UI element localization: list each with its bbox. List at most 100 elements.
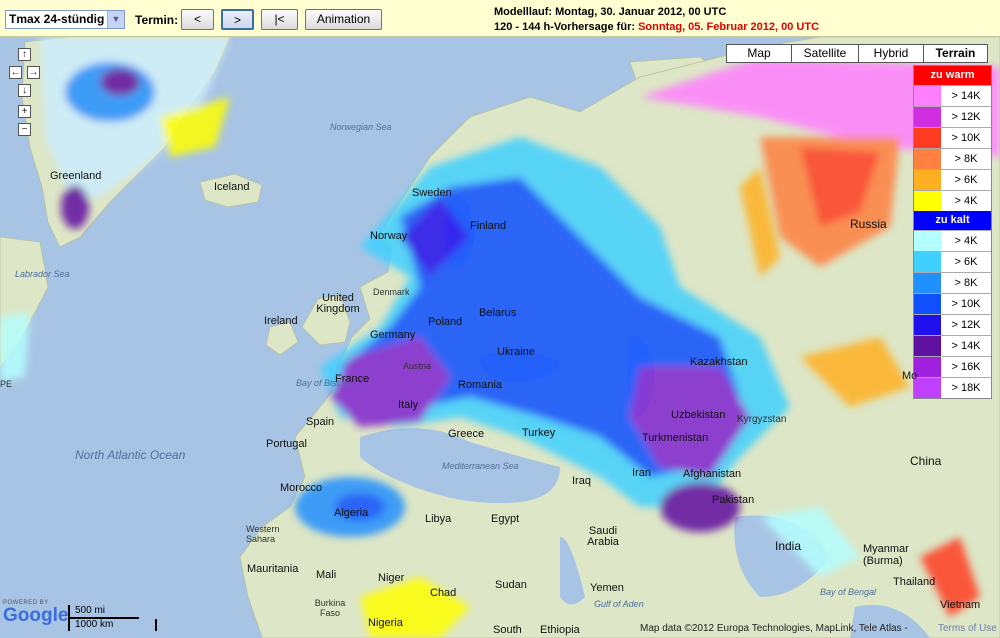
product-select[interactable]: Tmax 24-stündig ▼: [5, 10, 125, 29]
model-info: Modelllauf: Montag, 30. Januar 2012, 00 …: [494, 5, 819, 35]
map-label-romania: Romania: [458, 379, 503, 391]
map-label-western-sahara: Western Sahara: [246, 524, 280, 544]
pan-left-icon[interactable]: ←: [9, 66, 22, 79]
pan-up-icon[interactable]: ↑: [18, 48, 31, 61]
map-label-norwegian-sea: Norwegian Sea: [330, 122, 392, 132]
map-type-map[interactable]: Map: [726, 44, 792, 63]
map-type-switcher: Map Satellite Hybrid Terrain: [726, 44, 988, 63]
map-label-bay-of-biscay: Bay of Biscay: [296, 378, 351, 388]
map-label-morocco: Morocco: [280, 482, 323, 494]
map-label-austria: Austria: [403, 361, 432, 371]
google-logo[interactable]: POWERED BY Google: [3, 600, 68, 625]
forecast-prefix: 120 - 144 h-Vorhersage für:: [494, 21, 639, 33]
map-label-pakistan: Pakistan: [712, 494, 755, 506]
map-label-mediterranean-sea: Mediterranean Sea: [442, 461, 519, 471]
map-label-south: South: [493, 624, 522, 636]
map-label-nigeria: Nigeria: [368, 617, 403, 629]
legend-cold-row: > 10K: [914, 293, 991, 314]
map-label-burkina-faso: Burkina Faso: [314, 598, 346, 618]
terrain-map[interactable]: [0, 37, 1000, 638]
legend-warm-title: zu warm: [914, 66, 991, 85]
map-label-yemen: Yemen: [590, 582, 624, 594]
terms-of-use-link[interactable]: Terms of Use: [938, 623, 997, 634]
legend-cold-row: > 4K: [914, 230, 991, 251]
zoom-out-icon[interactable]: −: [18, 123, 31, 136]
legend-warm-label: > 4K: [954, 195, 978, 207]
map-label-turkmenistan: Turkmenistan: [642, 432, 709, 444]
map-label-spain: Spain: [306, 416, 335, 428]
legend-warm-swatch: [914, 149, 941, 169]
chevron-down-icon[interactable]: ▼: [107, 11, 124, 28]
animation-button[interactable]: Animation: [305, 9, 382, 30]
legend-cold-swatch: [914, 336, 941, 356]
map-label-egypt: Egypt: [491, 513, 520, 525]
forecast-line: 120 - 144 h-Vorhersage für: Sonntag, 05.…: [494, 20, 819, 35]
map-label-iran: Iran: [632, 467, 651, 479]
legend-cold-swatch: [914, 294, 941, 314]
map-label-finland: Finland: [470, 220, 507, 232]
scale-miles: 500 mi: [68, 605, 139, 619]
map-label-portugal: Portugal: [266, 438, 307, 450]
legend-cold-row: > 12K: [914, 314, 991, 335]
map-label-iceland: Iceland: [214, 181, 250, 193]
legend-warm-swatch: [914, 170, 941, 190]
map-label-thailand: Thailand: [893, 576, 936, 588]
legend-cold-swatch: [914, 252, 941, 272]
map-type-hybrid[interactable]: Hybrid: [858, 44, 924, 63]
legend-cold-label: > 18K: [951, 382, 981, 394]
legend-cold-swatch: [914, 231, 941, 251]
legend-cold-row: > 18K: [914, 377, 991, 398]
legend-warm-row: > 12K: [914, 106, 991, 127]
map-label-vietnam: Vietnam: [940, 599, 981, 611]
map-label-belarus: Belarus: [479, 307, 517, 319]
legend-warm-label: > 14K: [951, 90, 981, 102]
legend-warm-rows: > 14K > 12K > 10K > 8K > 6K > 4K: [914, 85, 991, 211]
map-label-kazakhstan: Kazakhstan: [690, 356, 748, 368]
map-type-terrain[interactable]: Terrain: [923, 44, 988, 63]
map-label-turkey: Turkey: [522, 427, 556, 439]
map-label-mauritania: Mauritania: [247, 563, 299, 575]
legend-warm-label: > 12K: [951, 111, 981, 123]
legend-cold-row: > 8K: [914, 272, 991, 293]
map-label-chad: Chad: [430, 587, 457, 599]
legend-warm-row: > 10K: [914, 127, 991, 148]
termin-label: Termin:: [135, 13, 179, 27]
map-label-norway: Norway: [370, 230, 408, 242]
map-label-algeria: Algeria: [334, 507, 369, 519]
map-label-pe: PE: [0, 379, 13, 389]
map-label-greenland: Greenland: [50, 170, 102, 182]
model-run-line: Modelllauf: Montag, 30. Januar 2012, 00 …: [494, 6, 727, 18]
pan-right-icon[interactable]: →: [27, 66, 40, 79]
legend-cold-title: zu kalt: [914, 211, 991, 230]
legend-warm-swatch: [914, 191, 941, 211]
map-label-germany: Germany: [370, 329, 416, 341]
map-label-sudan: Sudan: [495, 579, 527, 591]
first-button[interactable]: |<: [261, 9, 298, 30]
legend-cold-label: > 10K: [951, 298, 981, 310]
map-label-afghanistan: Afghanistan: [683, 468, 742, 480]
legend-cold-swatch: [914, 378, 941, 398]
legend-warm-label: > 6K: [954, 174, 978, 186]
next-button[interactable]: >: [221, 9, 254, 30]
map-label-ukraine: Ukraine: [497, 346, 535, 358]
legend-cold-swatch: [914, 273, 941, 293]
map-label-kyrgyzstan: Kyrgyzstan: [737, 414, 787, 425]
legend-cold-rows: > 4K > 6K > 8K > 10K > 12K > 14K > 16K > 18K: [914, 230, 991, 398]
zoom-in-icon[interactable]: +: [18, 105, 31, 118]
map-label-uzbekistan: Uzbekistan: [671, 409, 726, 421]
map-label-north-atlantic-ocean: North Atlantic Ocean: [75, 448, 186, 462]
prev-button[interactable]: <: [181, 9, 214, 30]
map-label-saudi-arabia: Saudi Arabia: [587, 525, 619, 548]
map-label-libya: Libya: [425, 513, 452, 525]
legend: zu warm > 14K > 12K > 10K > 8K > 6K > 4K zu k…: [913, 65, 992, 399]
legend-cold-row: > 16K: [914, 356, 991, 377]
forecast-date: Sonntag, 05. Februar 2012, 00 UTC: [638, 21, 820, 33]
toolbar: Tmax 24-stündig ▼ Termin: < > |< Animati…: [0, 0, 1000, 37]
map-label-bay-of-bengal: Bay of Bengal: [820, 587, 877, 597]
map-type-satellite[interactable]: Satellite: [791, 44, 859, 63]
pan-down-icon[interactable]: ↓: [18, 84, 31, 97]
map-label-iraq: Iraq: [572, 475, 591, 487]
legend-warm-label: > 8K: [954, 153, 978, 165]
legend-cold-row: > 14K: [914, 335, 991, 356]
map-canvas[interactable]: ↑ ← → ↓ + − Map Satellite Hybrid Terrain…: [0, 37, 1000, 638]
